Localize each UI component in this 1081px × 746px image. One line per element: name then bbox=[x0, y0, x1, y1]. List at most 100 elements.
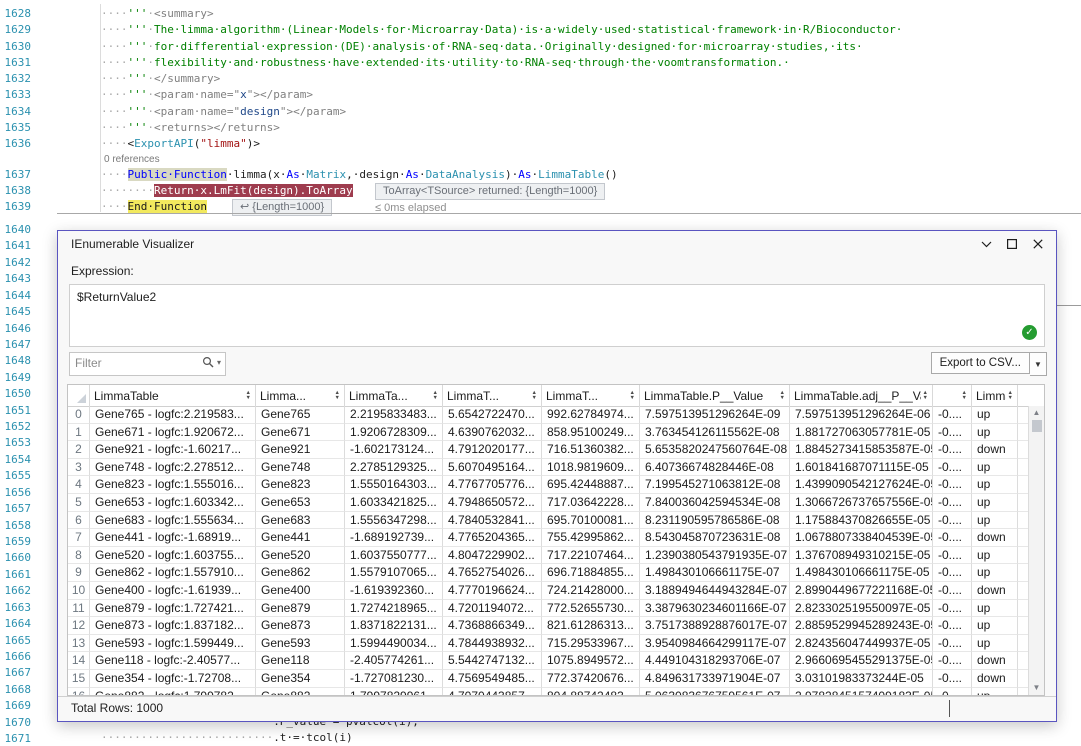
cell: up bbox=[972, 494, 1018, 512]
search-icon[interactable] bbox=[202, 356, 214, 368]
cell: 804.88742483... bbox=[542, 688, 640, 696]
cell: 1.8845273415853587E-05 bbox=[790, 441, 933, 459]
cell: Gene354 bbox=[256, 670, 345, 688]
table-row[interactable]: 7Gene441 - logfc:-1.68919...Gene441-1.68… bbox=[68, 529, 1028, 547]
cell: 1075.8949572... bbox=[542, 652, 640, 670]
table-row[interactable]: 16Gene882 - logfc:1.799782...Gene8821.79… bbox=[68, 688, 1028, 696]
line-number: 1664 bbox=[3, 616, 31, 632]
vertical-scrollbar[interactable]: ▲ ▼ bbox=[1028, 406, 1044, 695]
select-all-corner[interactable] bbox=[68, 385, 90, 406]
column-header[interactable]: LimmaTable.adj__P__Val bbox=[790, 385, 933, 406]
row-index: 14 bbox=[68, 652, 90, 670]
column-header[interactable]: LimmaTable bbox=[90, 385, 256, 406]
cell: 1.7274218965... bbox=[345, 600, 443, 618]
cell: 772.52655730... bbox=[542, 600, 640, 618]
table-row[interactable]: 13Gene593 - logfc:1.599449...Gene5931.59… bbox=[68, 635, 1028, 653]
cell: 4.7070443857... bbox=[443, 688, 542, 696]
filter-field: ▾ bbox=[69, 352, 226, 376]
table-row[interactable]: 4Gene823 - logfc:1.555016...Gene8231.555… bbox=[68, 476, 1028, 494]
column-header[interactable]: LimmaT... bbox=[972, 385, 1018, 406]
line-number: 1666 bbox=[3, 649, 31, 665]
cell: Gene921 bbox=[256, 441, 345, 459]
table-row[interactable]: 2Gene921 - logfc:-1.60217...Gene921-1.60… bbox=[68, 441, 1028, 459]
table-row[interactable]: 6Gene683 - logfc:1.555634...Gene6831.555… bbox=[68, 512, 1028, 530]
cell: Gene882 - logfc:1.799782... bbox=[90, 688, 256, 696]
table-row[interactable]: 11Gene879 - logfc:1.727421...Gene8791.72… bbox=[68, 600, 1028, 618]
text-caret bbox=[949, 700, 950, 717]
cell: 4.8047229902... bbox=[443, 547, 542, 565]
cell: -0.... bbox=[933, 600, 972, 618]
cell: -0.... bbox=[933, 635, 972, 653]
codelens-references[interactable]: 0 references bbox=[104, 153, 160, 166]
table-header-row: LimmaTableLimma...LimmaTa...LimmaT...Lim… bbox=[68, 385, 1044, 407]
scroll-down-icon[interactable]: ▼ bbox=[1033, 681, 1041, 695]
table-row[interactable]: 5Gene653 - logfc:1.603342...Gene6531.603… bbox=[68, 494, 1028, 512]
column-header-label: Limma... bbox=[260, 389, 333, 403]
header-filler bbox=[1018, 385, 1044, 406]
cell: -0.... bbox=[933, 476, 972, 494]
code-line-1671: ··························.t·=·tcol(i) bbox=[0, 730, 1081, 746]
perf-tip[interactable]: ≤ 0ms elapsed bbox=[368, 201, 453, 216]
cell: 772.37420676... bbox=[542, 670, 640, 688]
table-row[interactable]: 9Gene862 - logfc:1.557910...Gene8621.557… bbox=[68, 564, 1028, 582]
cell: Gene354 - logfc:-1.72708... bbox=[90, 670, 256, 688]
cell: up bbox=[972, 617, 1018, 635]
cell: -0.... bbox=[933, 564, 972, 582]
table-row[interactable]: 10Gene400 - logfc:-1.61939...Gene400-1.6… bbox=[68, 582, 1028, 600]
scroll-up-icon[interactable]: ▲ bbox=[1033, 406, 1041, 420]
table-body: 0Gene765 - logfc:2.219583...Gene7652.219… bbox=[68, 406, 1028, 695]
chevron-down-icon[interactable] bbox=[978, 236, 994, 252]
column-header[interactable]: Limma... bbox=[256, 385, 345, 406]
cell: 1.5579107065... bbox=[345, 564, 443, 582]
cell: Gene671 bbox=[256, 424, 345, 442]
code-line-1634: 1634····'''·<param·name="design"></param… bbox=[0, 104, 1081, 120]
code-line-1635: 1635····'''·<returns></returns> bbox=[0, 120, 1081, 136]
perf-tip[interactable]: ToArray<TSource> returned: {Length=1000} bbox=[375, 183, 605, 200]
line-number: 1639 bbox=[3, 199, 31, 215]
cell: -0.... bbox=[933, 512, 972, 530]
cell: Gene118 - logfc:-2.40577... bbox=[90, 652, 256, 670]
dialog-titlebar[interactable]: IEnumerable Visualizer bbox=[58, 231, 1056, 255]
table-row[interactable]: 1Gene671 - logfc:1.920672...Gene6711.920… bbox=[68, 424, 1028, 442]
table-row[interactable]: 3Gene748 - logfc:2.278512...Gene7482.278… bbox=[68, 459, 1028, 477]
row-index: 11 bbox=[68, 600, 90, 618]
row-index: 8 bbox=[68, 547, 90, 565]
cell: Gene118 bbox=[256, 652, 345, 670]
table-row[interactable]: 14Gene118 - logfc:-2.40577...Gene118-2.4… bbox=[68, 652, 1028, 670]
column-header[interactable]: LimmaT... bbox=[542, 385, 640, 406]
cell: 717.22107464... bbox=[542, 547, 640, 565]
column-header[interactable] bbox=[933, 385, 972, 406]
scrollbar-thumb[interactable] bbox=[1032, 420, 1042, 432]
cell: 1.0678807338404539E-05 bbox=[790, 529, 933, 547]
cell: Gene823 bbox=[256, 476, 345, 494]
export-dropdown-caret-icon[interactable]: ▼ bbox=[1030, 352, 1047, 376]
table-row[interactable]: 8Gene520 - logfc:1.603755...Gene5201.603… bbox=[68, 547, 1028, 565]
line-number: 1660 bbox=[3, 550, 31, 566]
line-number: 1653 bbox=[3, 435, 31, 451]
cell: Gene671 - logfc:1.920672... bbox=[90, 424, 256, 442]
export-to-csv-button[interactable]: Export to CSV... bbox=[931, 352, 1030, 374]
cell: up bbox=[972, 600, 1018, 618]
maximize-icon[interactable] bbox=[1004, 236, 1020, 252]
row-index: 15 bbox=[68, 670, 90, 688]
cell: 4.7368866349... bbox=[443, 617, 542, 635]
cell: -0.... bbox=[933, 582, 972, 600]
filter-dropdown-caret-icon[interactable]: ▾ bbox=[217, 358, 221, 367]
cell: 1.5994490034... bbox=[345, 635, 443, 653]
column-header-label: LimmaTa... bbox=[349, 389, 431, 403]
cell: 821.61286313... bbox=[542, 617, 640, 635]
column-header[interactable]: LimmaT... bbox=[443, 385, 542, 406]
sort-icon bbox=[335, 391, 340, 401]
line-number: 1644 bbox=[3, 288, 31, 304]
filter-input[interactable] bbox=[70, 353, 198, 373]
cell: 4.7948650572... bbox=[443, 494, 542, 512]
cell: up bbox=[972, 688, 1018, 696]
column-header[interactable]: LimmaTa... bbox=[345, 385, 443, 406]
expression-input[interactable]: $ReturnValue2 ✓ bbox=[69, 284, 1045, 347]
cell: 8.231190595786586E-08 bbox=[640, 512, 790, 530]
table-row[interactable]: 12Gene873 - logfc:1.837182...Gene8731.83… bbox=[68, 617, 1028, 635]
table-row[interactable]: 0Gene765 - logfc:2.219583...Gene7652.219… bbox=[68, 406, 1028, 424]
column-header[interactable]: LimmaTable.P__Value bbox=[640, 385, 790, 406]
close-icon[interactable] bbox=[1030, 236, 1046, 252]
table-row[interactable]: 15Gene354 - logfc:-1.72708...Gene354-1.7… bbox=[68, 670, 1028, 688]
